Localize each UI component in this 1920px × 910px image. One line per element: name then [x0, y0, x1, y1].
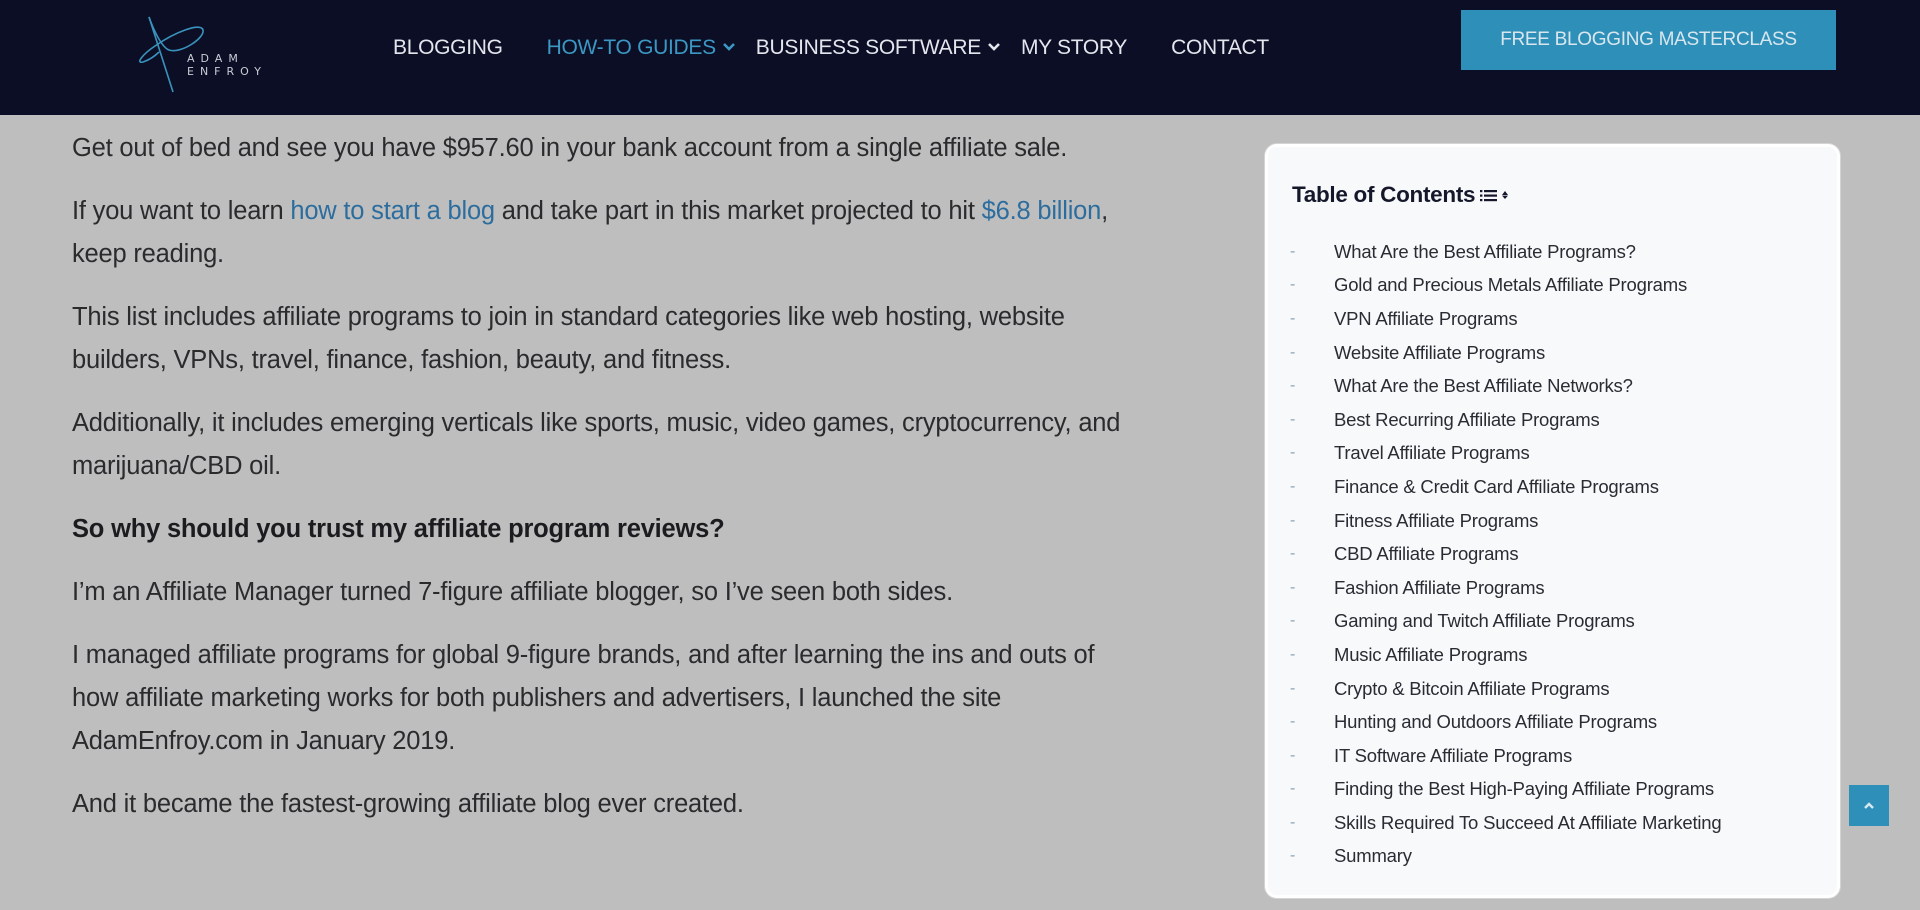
toc-bullet-dash: -: [1290, 746, 1296, 764]
toc-item: - Gold and Precious Metals Affiliate Prog…: [1290, 269, 1721, 303]
how-to-start-a-blog-link[interactable]: how to start a blog: [290, 197, 495, 225]
toc-link[interactable]: Travel Affiliate Programs: [1334, 442, 1530, 464]
back-to-top-button[interactable]: [1849, 785, 1889, 826]
chevron-up-icon: [1864, 801, 1874, 809]
toc-link[interactable]: Hunting and Outdoors Affiliate Programs: [1334, 711, 1657, 733]
text: and take part in this market projected t…: [494, 197, 982, 225]
toc-bullet-dash: -: [1290, 309, 1296, 327]
article-body: Get out of bed and see you have $957.60 …: [72, 127, 1122, 846]
toc-bullet-dash: -: [1290, 645, 1296, 663]
toc-item: - Website Affiliate Programs: [1290, 336, 1721, 370]
toc-link[interactable]: Gold and Precious Metals Affiliate Progr…: [1334, 274, 1687, 296]
chevron-down-icon: [722, 43, 735, 51]
toc-item: - What Are the Best Affiliate Networks?: [1290, 369, 1721, 403]
logo-line-2: ENFROY: [187, 65, 267, 78]
chevron-down-icon: [988, 43, 1000, 51]
toc-toggle[interactable]: [1479, 187, 1511, 203]
toc-link[interactable]: What Are the Best Affiliate Networks?: [1334, 375, 1633, 397]
toc-item: - Finding the Best High-Paying Affiliate …: [1290, 773, 1721, 807]
nav-label: BLOGGING: [393, 36, 503, 59]
toc-item: - VPN Affiliate Programs: [1290, 302, 1721, 336]
toc-bullet-dash: -: [1290, 242, 1296, 260]
sort-toggle-icon: [1502, 191, 1509, 199]
toc-item: - Fitness Affiliate Programs: [1290, 504, 1721, 538]
free-blogging-masterclass-button[interactable]: FREE BLOGGING MASTERCLASS: [1461, 10, 1836, 70]
table-of-contents: Table of Contents - What Are the Best Aff…: [1265, 144, 1840, 898]
toc-link[interactable]: What Are the Best Affiliate Programs?: [1334, 241, 1636, 263]
logo-line-1: ADAM: [187, 52, 244, 65]
nav-label: BUSINESS SOFTWARE: [755, 36, 981, 59]
nav-item-business-software[interactable]: BUSINESS SOFTWARE: [756, 36, 1001, 60]
toc-item: - Summary: [1290, 840, 1721, 874]
toc-link[interactable]: CBD Affiliate Programs: [1334, 543, 1519, 565]
toc-link[interactable]: Best Recurring Affiliate Programs: [1334, 409, 1600, 431]
nav-item-how-to-guides[interactable]: HOW-TO GUIDES: [547, 36, 736, 60]
nav-item-blogging[interactable]: BLOGGING: [393, 36, 503, 60]
toc-item: - Gaming and Twitch Affiliate Programs: [1290, 605, 1721, 639]
nav-label: CONTACT: [1171, 36, 1269, 59]
toc-list: - What Are the Best Affiliate Programs? - G…: [1290, 235, 1722, 874]
toc-item: - Travel Affiliate Programs: [1290, 437, 1721, 471]
toc-item: - Music Affiliate Programs: [1290, 638, 1721, 672]
nav-label: MY STORY: [1020, 36, 1128, 59]
toc-item: - What Are the Best Affiliate Programs?: [1290, 235, 1721, 269]
toc-link[interactable]: Fashion Affiliate Programs: [1334, 577, 1545, 599]
nav-item-my-story[interactable]: MY STORY: [1021, 36, 1127, 60]
toc-link[interactable]: Music Affiliate Programs: [1334, 644, 1527, 666]
toc-item: - Finance & Credit Card Affiliate Program…: [1290, 470, 1721, 504]
toc-bullet-dash: -: [1290, 713, 1296, 731]
toc-link[interactable]: Finance & Credit Card Affiliate Programs: [1334, 476, 1659, 498]
toc-bullet-dash: -: [1290, 545, 1296, 563]
toc-link[interactable]: Gaming and Twitch Affiliate Programs: [1334, 610, 1635, 632]
toc-bullet-dash: -: [1290, 477, 1296, 495]
toc-item: - Skills Required To Succeed At Affiliate…: [1290, 806, 1722, 840]
paragraph: Additionally, it includes emerging verti…: [72, 409, 1121, 480]
toc-link[interactable]: Summary: [1334, 845, 1412, 867]
toc-bullet-dash: -: [1290, 377, 1296, 395]
logo-wordmark: ADAM ENFROY: [187, 52, 267, 78]
paragraph: Get out of bed and see you have $957.60 …: [72, 134, 1068, 162]
paragraph: If you want to learn how to start a blog…: [72, 190, 1122, 276]
toc-bullet-dash: -: [1290, 578, 1296, 596]
list-icon: [1480, 190, 1498, 202]
site-header: ADAM ENFROY BLOGGING HOW-TO GUIDES BUSIN…: [0, 0, 1920, 115]
toc-bullet-dash: -: [1290, 343, 1296, 361]
toc-bullet-dash: -: [1290, 511, 1296, 529]
toc-bullet-dash: -: [1290, 679, 1296, 697]
nav-item-contact[interactable]: CONTACT: [1171, 36, 1269, 60]
paragraph: I’m an Affiliate Manager turned 7-figure…: [72, 578, 953, 606]
paragraph: This list includes affiliate programs to…: [72, 303, 1065, 374]
text: If you want to learn: [72, 197, 291, 225]
toc-bullet-dash: -: [1290, 780, 1296, 798]
toc-item: - Best Recurring Affiliate Programs: [1290, 403, 1721, 437]
toc-link[interactable]: Finding the Best High-Paying Affiliate P…: [1334, 778, 1714, 800]
toc-bullet-dash: -: [1290, 813, 1296, 831]
toc-link[interactable]: Skills Required To Succeed At Affiliate …: [1334, 812, 1722, 834]
section-subheading: So why should you trust my affiliate pro…: [72, 515, 725, 543]
paragraph: And it became the fastest-growing affili…: [72, 790, 744, 818]
toc-link[interactable]: Fitness Affiliate Programs: [1334, 510, 1538, 532]
main-nav: BLOGGING HOW-TO GUIDES BUSINESS SOFTWARE…: [393, 36, 1269, 60]
market-size-link[interactable]: $6.8 billion: [982, 197, 1102, 225]
toc-bullet-dash: -: [1290, 444, 1296, 462]
nav-label: HOW-TO GUIDES: [546, 36, 716, 59]
toc-title: Table of Contents: [1292, 182, 1476, 207]
toc-link[interactable]: VPN Affiliate Programs: [1334, 308, 1518, 330]
toc-item: - Fashion Affiliate Programs: [1290, 571, 1721, 605]
toc-item: - Crypto & Bitcoin Affiliate Programs: [1290, 672, 1721, 706]
toc-bullet-dash: -: [1290, 276, 1296, 294]
toc-bullet-dash: -: [1290, 847, 1296, 865]
site-logo[interactable]: ADAM ENFROY: [135, 14, 285, 93]
toc-item: - IT Software Affiliate Programs: [1290, 739, 1721, 773]
toc-link[interactable]: Website Affiliate Programs: [1334, 342, 1545, 364]
toc-link[interactable]: Crypto & Bitcoin Affiliate Programs: [1334, 678, 1610, 700]
toc-item: - CBD Affiliate Programs: [1290, 537, 1721, 571]
toc-bullet-dash: -: [1290, 612, 1296, 630]
toc-bullet-dash: -: [1290, 410, 1296, 428]
paragraph: I managed affiliate programs for global …: [72, 641, 1095, 755]
toc-item: - Hunting and Outdoors Affiliate Programs: [1290, 705, 1721, 739]
toc-link[interactable]: IT Software Affiliate Programs: [1334, 745, 1572, 767]
toc-header: Table of Contents: [1292, 182, 1511, 208]
